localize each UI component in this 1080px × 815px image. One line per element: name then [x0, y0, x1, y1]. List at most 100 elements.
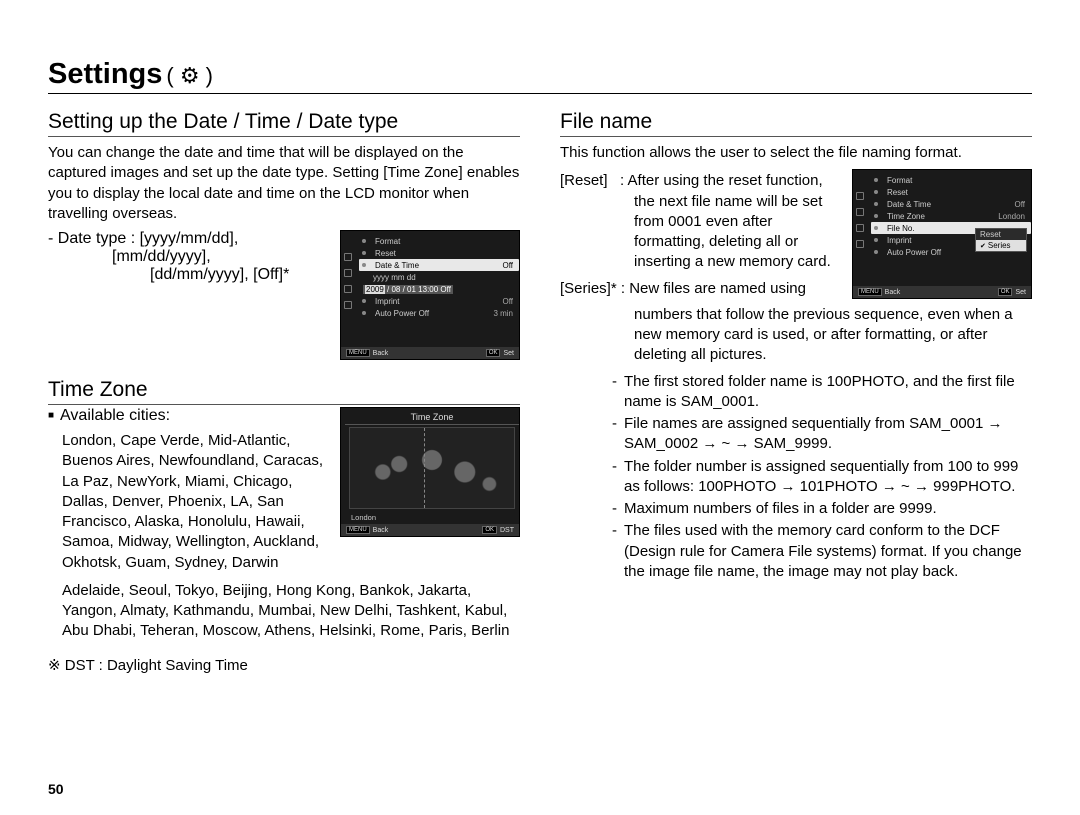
lcd-timezone-map: Time Zone London [GMT +00:00] 2009/08/01…: [340, 407, 520, 537]
bullet-icon: [362, 251, 366, 255]
content-columns: Setting up the Date / Time / Date type Y…: [48, 106, 1032, 682]
date-rest: / 08 / 01 13:00 Off: [387, 285, 451, 294]
bullet-icon: [874, 178, 878, 182]
series-text-top: : New files are named using: [621, 280, 806, 297]
menu-format-pattern: yyyy mm dd: [359, 273, 429, 282]
menu-key-icon: MENU: [346, 349, 370, 357]
menu-reset: Reset: [369, 249, 439, 258]
lcd-date-time-menu: Format Reset Date & Time Off yyyy mm dd 2…: [340, 230, 520, 360]
series-label: [Series]*: [560, 280, 617, 297]
page-title: Settings: [48, 58, 162, 91]
bullet-icon: [874, 238, 878, 242]
filename-notes-list: The first stored folder name is 100PHOTO…: [560, 372, 1032, 583]
lcd-sidebar-icons: [344, 253, 352, 309]
lcd-tz-title: Time Zone: [345, 412, 519, 425]
menu-format: Format: [369, 237, 439, 246]
footer-back: Back: [885, 289, 901, 296]
bullet-icon: [874, 214, 878, 218]
meridian-line: [424, 428, 425, 508]
filename-options-block: [Reset] : After using the reset function…: [560, 169, 1032, 305]
ok-key-icon: OK: [486, 349, 501, 357]
available-cities-label: Available cities:: [48, 407, 328, 425]
bullet-icon: [362, 263, 366, 267]
menu-datetime-val: Off: [1014, 200, 1031, 209]
ok-key-icon: OK: [482, 526, 497, 534]
manual-page: Settings ( ⚙ ) Setting up the Date / Tim…: [0, 0, 1080, 815]
menu-timezone-val: London: [998, 212, 1031, 221]
footer-set: Set: [503, 350, 514, 357]
submenu-reset: Reset: [976, 229, 1026, 240]
date-type-line2: [dd/mm/yyyy], [Off]*: [48, 266, 328, 284]
lcd-fileno-menu: Format Reset Date & Time Off Time Zone Lon…: [852, 169, 1032, 299]
title-underline: [48, 93, 1032, 94]
submenu-series: Series: [976, 240, 1026, 251]
date-type-block: - Date type : [yyyy/mm/dd], [mm/dd/yyyy]…: [48, 230, 520, 360]
series-text-rest: numbers that follow the previous sequenc…: [560, 305, 1032, 366]
gear-icon: ( ⚙ ): [166, 63, 213, 89]
note-seq-names: File names are assigned sequentially fro…: [612, 414, 1032, 455]
menu-imprint: Imprint: [369, 297, 439, 306]
footer-back: Back: [373, 350, 389, 357]
bullet-icon: [874, 190, 878, 194]
page-title-row: Settings ( ⚙ ): [48, 58, 1032, 95]
page-number: 50: [48, 781, 64, 797]
reset-text: : After using the reset function, the ne…: [620, 172, 831, 270]
menu-datetime-val: Off: [502, 261, 519, 270]
bullet-icon: [362, 299, 366, 303]
reset-option: [Reset] : After using the reset function…: [560, 171, 840, 272]
menu-key-icon: MENU: [346, 526, 370, 534]
section-timezone-heading: Time Zone: [48, 378, 520, 405]
filename-options-text: [Reset] : After using the reset function…: [560, 169, 840, 305]
menu-autopoweroff: Auto Power Off: [881, 248, 951, 257]
bullet-icon: [362, 239, 366, 243]
menu-autopoweroff-val: 3 min: [493, 309, 519, 318]
menu-timezone: Time Zone: [881, 212, 951, 221]
lcd-sidebar-icons: [856, 192, 864, 248]
menu-key-icon: MENU: [858, 288, 882, 296]
footer-dst: DST: [500, 527, 514, 534]
footer-back: Back: [373, 527, 389, 534]
note-first-folder: The first stored folder name is 100PHOTO…: [612, 372, 1032, 413]
date-type-options-line1: Date type : [yyyy/mm/dd], [mm/dd/yyyy],: [58, 230, 239, 265]
left-column: Setting up the Date / Time / Date type Y…: [48, 106, 520, 682]
series-option-top: [Series]* : New files are named using: [560, 279, 840, 299]
fileno-submenu: Reset Series: [975, 228, 1027, 252]
bullet-icon: [874, 202, 878, 206]
menu-reset: Reset: [881, 188, 951, 197]
ok-key-icon: OK: [998, 288, 1013, 296]
menu-datetime: Date & Time: [369, 261, 439, 270]
lcd-footer: MENUBack OKSet: [341, 347, 519, 359]
right-column: File name This function allows the user …: [560, 106, 1032, 682]
timezone-text: Available cities: London, Cape Verde, Mi…: [48, 407, 328, 579]
menu-datetime: Date & Time: [881, 200, 951, 209]
section-filename-heading: File name: [560, 110, 1032, 137]
menu-autopoweroff: Auto Power Off: [369, 309, 439, 318]
section-date-time-heading: Setting up the Date / Time / Date type: [48, 110, 520, 137]
note-max-files: Maximum numbers of files in a folder are…: [612, 499, 1032, 519]
cities-list-upper: London, Cape Verde, Mid-Atlantic, Buenos…: [48, 431, 328, 573]
bullet-icon: [362, 311, 366, 315]
dst-note: ※ DST : Daylight Saving Time: [48, 656, 520, 676]
note-dcf: The files used with the memory card conf…: [612, 521, 1032, 582]
timezone-block: Available cities: London, Cape Verde, Mi…: [48, 407, 520, 579]
menu-imprint-val: Off: [502, 297, 519, 306]
menu-fileno: File No.: [881, 224, 951, 233]
bullet-icon: [874, 226, 878, 230]
bullet-icon: [874, 250, 878, 254]
lcd-footer: MENUBack OKSet: [853, 286, 1031, 298]
date-time-description: You can change the date and time that wi…: [48, 143, 520, 224]
date-type-line1: - Date type : [yyyy/mm/dd], [mm/dd/yyyy]…: [48, 230, 328, 266]
cities-list-lower: Adelaide, Seoul, Tokyo, Beijing, Hong Ko…: [48, 581, 520, 642]
note-seq-folders: The folder number is assigned sequential…: [612, 457, 1032, 498]
date-type-text: - Date type : [yyyy/mm/dd], [mm/dd/yyyy]…: [48, 230, 328, 284]
footer-set: Set: [1015, 289, 1026, 296]
tz-city: London: [351, 513, 376, 522]
world-map-icon: [349, 427, 515, 509]
menu-format: Format: [881, 176, 951, 185]
menu-imprint: Imprint: [881, 236, 951, 245]
date-edit-field: 2009 / 08 / 01 13:00 Off: [363, 285, 453, 294]
lcd-footer: MENUBack OKDST: [341, 524, 519, 536]
filename-description: This function allows the user to select …: [560, 143, 1032, 163]
lcd-tz-info: London: [345, 511, 519, 524]
reset-label: [Reset]: [560, 172, 608, 189]
